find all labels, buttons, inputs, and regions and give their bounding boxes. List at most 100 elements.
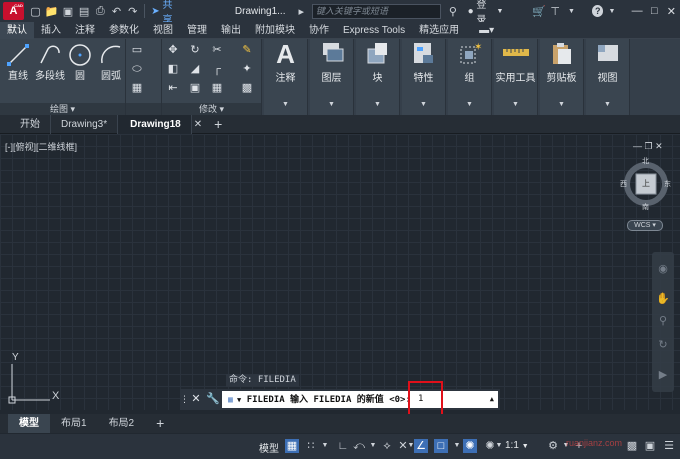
redo-icon[interactable]: ↷: [125, 3, 140, 19]
block-tool[interactable]: 块 ▼: [356, 39, 400, 115]
search-input[interactable]: 键入关键字或短语: [311, 3, 442, 19]
doc-tab-start[interactable]: 开始: [0, 114, 51, 134]
tab-addins[interactable]: 附加模块: [248, 22, 302, 39]
isolate-objects-icon[interactable]: ▩: [625, 439, 639, 453]
customization-menu-icon[interactable]: ☰: [662, 439, 676, 453]
new-file-icon[interactable]: ▢: [28, 3, 43, 19]
viewcube-south[interactable]: 南: [642, 202, 649, 212]
polar-tracking-icon[interactable]: ⤺: [352, 439, 366, 453]
viewcube-east[interactable]: 东: [664, 179, 671, 189]
isodraft-icon[interactable]: ⟡: [380, 439, 394, 453]
selection-dropdown-icon[interactable]: ▼: [450, 439, 464, 453]
viewport-close-icon[interactable]: ✕: [655, 141, 663, 151]
pan-icon[interactable]: ✋: [656, 292, 670, 306]
scale-icon[interactable]: ▣: [188, 81, 202, 95]
doc-tab-close-icon[interactable]: ✕: [192, 115, 204, 134]
viewport-restore-icon[interactable]: ❐: [645, 141, 653, 151]
stretch-icon[interactable]: ⇤: [166, 81, 180, 95]
tab-view[interactable]: 视图: [146, 22, 180, 39]
viewport-label[interactable]: [-][俯视][二维线框]: [5, 140, 77, 153]
title-arrow-icon[interactable]: ▸: [294, 3, 309, 19]
help-icon[interactable]: ?: [592, 5, 604, 17]
copy-icon[interactable]: ◧: [166, 62, 180, 76]
viewcube-west[interactable]: 西: [620, 179, 627, 189]
group-tool[interactable]: ✶ 组 ▼: [448, 39, 492, 115]
tab-collaborate[interactable]: 协作: [302, 22, 336, 39]
tab-insert[interactable]: 插入: [34, 22, 68, 39]
rectangle-icon[interactable]: ▭: [130, 43, 144, 57]
tab-default[interactable]: 默认: [0, 21, 34, 39]
viewcube-north[interactable]: 北: [642, 156, 649, 166]
tab-annotate[interactable]: 注释: [68, 22, 102, 39]
new-tab-icon[interactable]: +: [204, 115, 232, 134]
hatch-icon[interactable]: ▦: [130, 81, 144, 95]
fillet-icon[interactable]: ┌: [210, 62, 224, 76]
undo-icon[interactable]: ↶: [109, 3, 124, 19]
viewcube-top-face[interactable]: 上: [642, 178, 650, 189]
properties-tool[interactable]: 特性 ▼: [402, 39, 446, 115]
command-close-icon[interactable]: ✕: [189, 392, 203, 406]
grid-icon[interactable]: ▦: [285, 439, 299, 453]
help-dropdown-icon[interactable]: ▼: [604, 3, 619, 19]
drawing-canvas[interactable]: [0, 134, 680, 410]
settings-gear-icon[interactable]: ⚙: [546, 439, 560, 453]
selection-cycling-icon[interactable]: □: [434, 439, 448, 453]
tab-featured-apps[interactable]: 精选应用: [412, 22, 466, 39]
utilities-tool[interactable]: 实用工具 ▼: [494, 39, 538, 115]
trim-icon[interactable]: ✂: [210, 43, 224, 57]
full-navigation-wheel-icon[interactable]: ◉: [656, 262, 670, 276]
layout-tab-layout2[interactable]: 布局2: [98, 414, 146, 433]
tab-manage[interactable]: 管理: [180, 22, 214, 39]
model-space-button[interactable]: 模型: [259, 440, 279, 455]
mirror-icon[interactable]: ◢: [188, 62, 202, 76]
add-layout-icon[interactable]: +: [145, 414, 175, 433]
line-tool[interactable]: 直线: [4, 43, 32, 82]
move-icon[interactable]: ✥: [166, 43, 180, 57]
command-recent-dropdown-icon[interactable]: ▼: [233, 396, 241, 404]
view-tool[interactable]: 视图 ▼: [586, 39, 630, 115]
explode-icon[interactable]: ✦: [240, 62, 254, 76]
ortho-icon[interactable]: ∟: [336, 439, 350, 453]
tab-parametric[interactable]: 参数化: [102, 22, 146, 39]
viewport-minimize-icon[interactable]: —: [633, 141, 642, 151]
zoom-extents-icon[interactable]: ⚲: [656, 314, 670, 328]
polar-dropdown-icon[interactable]: ▼: [366, 439, 380, 453]
arc-tool[interactable]: 圆弧: [96, 43, 126, 82]
annotation-scale-button[interactable]: 1:1 ▼: [505, 440, 529, 451]
auto-scale-dropdown-icon[interactable]: ▼: [492, 439, 506, 453]
orbit-icon[interactable]: ↻: [656, 338, 670, 352]
save-icon[interactable]: ▣: [60, 3, 75, 19]
clipboard-tool[interactable]: 剪贴板 ▼: [540, 39, 584, 115]
annotation-visibility-icon[interactable]: ✺: [463, 439, 477, 453]
layout-tab-model[interactable]: 模型: [8, 414, 50, 433]
close-button[interactable]: ✕: [663, 5, 680, 18]
clean-screen-icon[interactable]: ▣: [643, 439, 657, 453]
layers-tool[interactable]: 图层 ▼: [310, 39, 354, 115]
minimize-button[interactable]: —: [629, 5, 646, 17]
command-grip-icon[interactable]: ⋮: [180, 392, 189, 406]
draw-panel-footer[interactable]: 绘图 ▾: [0, 103, 125, 115]
rotate-icon[interactable]: ↻: [188, 43, 202, 57]
doc-tab-drawing3[interactable]: Drawing3*: [51, 114, 119, 134]
layout-tab-layout1[interactable]: 布局1: [50, 414, 98, 433]
tab-output[interactable]: 输出: [214, 22, 248, 39]
open-folder-icon[interactable]: 📁: [44, 3, 59, 19]
command-input[interactable]: ▦ ▼ FILEDIA 输入 FILEDIA 的新值 <0>: 1 ▲: [222, 391, 498, 408]
erase-icon[interactable]: ✎: [240, 43, 254, 57]
circle-tool[interactable]: 圆: [66, 43, 94, 82]
offset-icon[interactable]: ▩: [240, 81, 254, 95]
snap-mode-icon[interactable]: ∷: [304, 439, 318, 453]
connect-icon[interactable]: ⊤: [548, 3, 563, 19]
command-customize-icon[interactable]: 🔧: [206, 392, 220, 406]
modify-panel-footer[interactable]: 修改 ▾: [162, 103, 261, 115]
viewcube[interactable]: 北 西 东 南 上: [620, 156, 672, 212]
ellipse-icon[interactable]: ⬭: [130, 62, 144, 76]
showmotion-icon[interactable]: ▶: [656, 368, 670, 382]
plot-icon[interactable]: ⎙: [93, 3, 108, 19]
cart-icon[interactable]: 🛒: [531, 3, 546, 19]
polyline-tool[interactable]: 多段线: [34, 43, 66, 82]
object-snap-icon[interactable]: ∠: [414, 439, 428, 453]
maximize-button[interactable]: □: [646, 5, 663, 17]
command-scroll-up-icon[interactable]: ▲: [490, 391, 494, 408]
ribbon-toggle-icon[interactable]: ▬▾: [472, 22, 501, 39]
